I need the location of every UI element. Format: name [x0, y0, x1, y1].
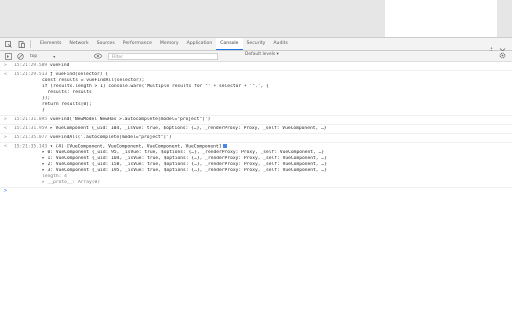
- tab-audits[interactable]: Audits: [269, 38, 291, 50]
- input-chevron-icon: >: [4, 135, 7, 140]
- array-item[interactable]: ▸ 0: VueComponent {_uid: 95, _isVue: tru…: [42, 150, 324, 155]
- devtools-tabs: Elements Network Sources Performance Mem…: [36, 38, 292, 50]
- tab-performance[interactable]: Performance: [119, 38, 156, 50]
- code-line: }: [42, 108, 45, 113]
- command-text: vueFind: [49, 63, 70, 68]
- input-chevron-icon: >: [4, 117, 7, 122]
- console-entry: < 15:21:31.959 ▸ VueComponent {_uid: 104…: [0, 125, 512, 134]
- timestamp: 15:21:35.143: [14, 144, 48, 150]
- eye-icon[interactable]: [94, 52, 102, 60]
- timestamp: 15:21:31.959: [14, 126, 48, 131]
- console-prompt[interactable]: >: [0, 188, 512, 196]
- console-output[interactable]: > 15:21:29.509 vueFind < 15:21:29.513 ƒ …: [0, 62, 512, 320]
- input-chevron-icon: >: [4, 63, 7, 68]
- tab-sources[interactable]: Sources: [93, 38, 119, 50]
- tab-network[interactable]: Network: [65, 38, 92, 50]
- result-text[interactable]: ▸ VueComponent {_uid: 104, _isVue: true,…: [50, 126, 327, 131]
- show-drawer-icon[interactable]: [4, 52, 12, 60]
- output-chevron-icon: <: [4, 144, 7, 149]
- inspect-element-icon[interactable]: [3, 39, 13, 49]
- code-line: return results[0];: [42, 102, 92, 107]
- console-entry: > 15:21:31.895 vueFind('NewModel NewHas …: [0, 116, 512, 125]
- array-item[interactable]: ▸ 1: VueComponent {_uid: 104, _isVue: tr…: [42, 156, 327, 161]
- console-entry: > 15:21:35.077 vueFindAll('.autocomplete…: [0, 134, 512, 143]
- command-text: vueFind('NewModel NewHas >.autocomplete[…: [49, 117, 211, 122]
- timestamp: 15:21:31.895: [14, 117, 48, 122]
- tab-application[interactable]: Application: [183, 38, 217, 50]
- info-icon: [223, 144, 228, 148]
- gear-icon[interactable]: [499, 52, 506, 61]
- tab-memory[interactable]: Memory: [156, 38, 183, 50]
- code-line: });: [42, 96, 51, 101]
- output-chevron-icon: <: [4, 126, 7, 131]
- code-line: results: results: [42, 90, 92, 95]
- context-label: top: [30, 53, 38, 59]
- timestamp: 15:21:29.513: [14, 72, 48, 77]
- console-toolbar: top ▾ Filter Default levels ▾: [0, 51, 512, 62]
- tabbar-separator: [30, 40, 31, 48]
- device-toolbar-icon[interactable]: [16, 39, 26, 49]
- array-summary[interactable]: ▾ (4) [VueComponent, VueComponent, VueCo…: [50, 145, 221, 150]
- tab-console[interactable]: Console: [216, 38, 243, 50]
- log-levels-dropdown[interactable]: Default levels ▾: [245, 52, 279, 57]
- page-content-panel: [385, 0, 497, 37]
- console-entry: < 15:21:35.143 ▾ (4) [VueComponent, VueC…: [0, 143, 512, 188]
- tab-security[interactable]: Security: [243, 38, 270, 50]
- result-text: ƒ vueFind(selector) {: [49, 72, 109, 77]
- array-item[interactable]: ▸ 3: VueComponent {_uid: 195, _isVue: tr…: [42, 168, 327, 173]
- code-line: const results = vueFindAll(selector);: [42, 78, 145, 83]
- clear-console-icon[interactable]: [16, 52, 24, 60]
- filter-input[interactable]: Filter: [108, 52, 218, 60]
- context-selector[interactable]: top ▾: [30, 54, 90, 59]
- prompt-chevron-icon: >: [4, 188, 8, 194]
- timestamp: 15:21:29.509: [14, 63, 48, 68]
- command-text: vueFindAll('.autocomplete[model="project…: [49, 135, 172, 140]
- array-proto[interactable]: ▸ __proto__: Array(0): [42, 180, 100, 185]
- console-entry: < 15:21:29.513 ƒ vueFind(selector) { con…: [0, 71, 512, 116]
- code-line: if (results.length > 1) console.warn('Mu…: [42, 84, 269, 89]
- array-item[interactable]: ▸ 2: VueComponent {_uid: 158, _isVue: tr…: [42, 162, 327, 167]
- console-entry: > 15:21:29.509 vueFind: [0, 62, 512, 71]
- timestamp: 15:21:35.077: [14, 135, 48, 140]
- chevron-down-icon: ▾: [53, 53, 56, 59]
- devtools-tabbar: Elements Network Sources Performance Mem…: [0, 38, 512, 55]
- page-viewport: [0, 0, 512, 37]
- tab-elements[interactable]: Elements: [36, 38, 65, 50]
- array-length: length: 4: [42, 174, 67, 179]
- output-chevron-icon: <: [4, 72, 7, 77]
